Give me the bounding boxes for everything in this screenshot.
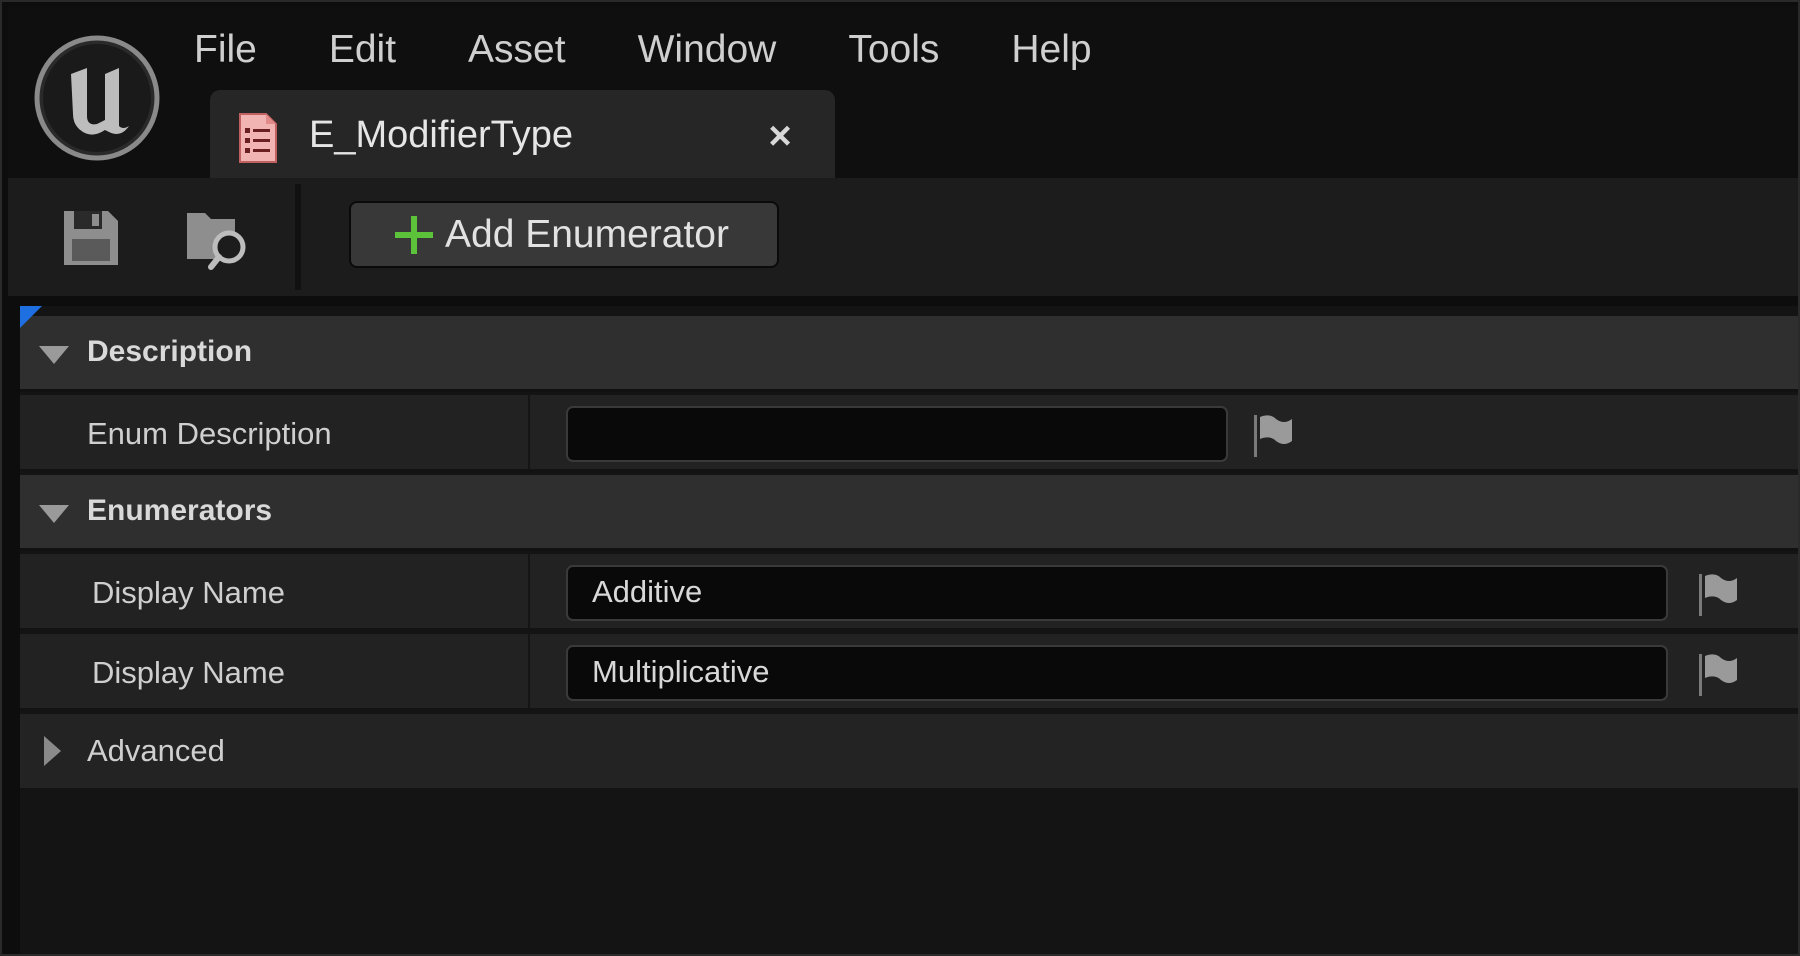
localization-flag-icon[interactable] <box>1697 572 1739 618</box>
enum-description-input[interactable] <box>566 406 1228 462</box>
unreal-logo-icon[interactable] <box>33 34 161 162</box>
title-bar: File Edit Asset Window Tools Help E_Modi… <box>8 6 1800 184</box>
menu-asset[interactable]: Asset <box>468 28 566 72</box>
panel-focus-marker <box>20 306 42 328</box>
menu-file[interactable]: File <box>194 28 257 72</box>
category-label: Advanced <box>87 733 225 768</box>
enumerator-row: Display Name Multiplicative <box>20 634 1800 711</box>
enumerator-row: Display Name Additive <box>20 554 1800 631</box>
close-icon[interactable]: × <box>760 114 800 159</box>
menu-window[interactable]: Window <box>638 28 777 72</box>
column-splitter[interactable] <box>528 554 530 628</box>
localization-flag-icon[interactable] <box>1252 413 1294 459</box>
enum-document-icon <box>239 113 277 163</box>
menu-tools[interactable]: Tools <box>848 28 939 72</box>
display-name-input[interactable]: Additive <box>566 565 1668 621</box>
chevron-down-icon[interactable] <box>37 343 71 367</box>
category-label: Description <box>87 335 253 368</box>
category-enumerators[interactable]: Enumerators <box>20 475 1800 551</box>
menu-edit[interactable]: Edit <box>329 28 396 72</box>
toolbar: Add Enumerator <box>8 178 1800 296</box>
category-label: Enumerators <box>87 494 273 527</box>
category-advanced[interactable]: Advanced <box>20 714 1800 791</box>
toolbar-separator <box>295 184 301 290</box>
chevron-right-icon[interactable] <box>41 734 63 768</box>
tab-title: E_ModifierType <box>309 114 574 156</box>
browse-folder-icon[interactable] <box>183 203 253 273</box>
asset-tab[interactable]: E_ModifierType × <box>210 90 835 184</box>
localization-flag-icon[interactable] <box>1697 652 1739 698</box>
property-row-enum-description: Enum Description <box>20 395 1800 472</box>
column-splitter[interactable] <box>528 634 530 708</box>
property-label: Display Name <box>92 655 285 690</box>
category-description[interactable]: Description <box>20 316 1800 392</box>
property-label: Enum Description <box>87 416 332 451</box>
display-name-input[interactable]: Multiplicative <box>566 645 1668 701</box>
add-enumerator-button[interactable]: Add Enumerator <box>349 201 779 268</box>
save-icon[interactable] <box>56 203 126 273</box>
column-splitter[interactable] <box>528 395 530 469</box>
menu-bar: File Edit Asset Window Tools Help <box>194 22 1164 78</box>
property-label: Display Name <box>92 575 285 610</box>
add-enumerator-label: Add Enumerator <box>445 212 729 256</box>
menu-help[interactable]: Help <box>1011 28 1091 72</box>
chevron-down-icon[interactable] <box>37 502 71 526</box>
plus-icon <box>395 215 433 254</box>
